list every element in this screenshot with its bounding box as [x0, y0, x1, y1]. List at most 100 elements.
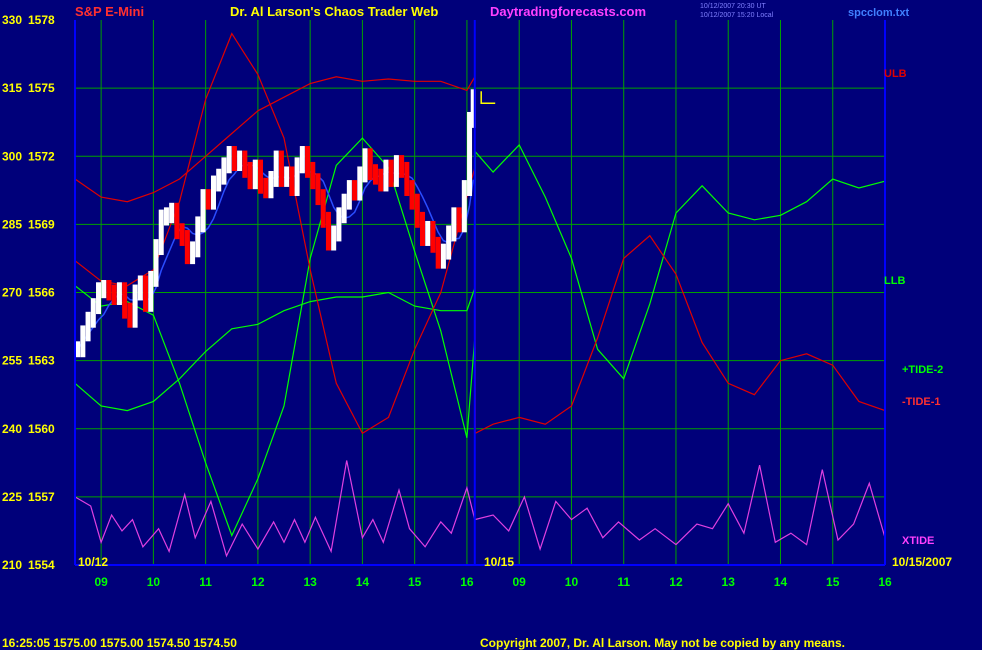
price-bar	[169, 202, 175, 224]
price-bar	[268, 171, 274, 199]
price-bar	[435, 236, 441, 269]
price-bar	[252, 159, 258, 190]
price-bar	[210, 175, 216, 210]
label-tide-plus: +TIDE-2	[902, 364, 943, 376]
price-bar	[111, 284, 117, 305]
price-bar	[425, 220, 431, 246]
price-bar	[231, 146, 237, 172]
price-bar	[137, 275, 143, 301]
hour-label: 09	[513, 575, 527, 589]
price-bar	[378, 168, 384, 192]
price-bar	[362, 148, 368, 183]
price-bar	[179, 223, 185, 246]
price-bar	[289, 166, 295, 196]
price-tick: 1560	[28, 422, 55, 436]
left-scale-tick: 255	[2, 354, 22, 368]
hour-label: 14	[774, 575, 788, 589]
price-bar	[101, 280, 107, 299]
label-xtide: XTIDE	[902, 535, 934, 547]
chart-background	[0, 0, 982, 650]
price-bar	[221, 157, 227, 185]
site-link[interactable]: Daytradingforecasts.com	[490, 4, 646, 19]
hour-label: 16	[878, 575, 892, 589]
price-bar	[258, 159, 264, 194]
hour-label: 13	[303, 575, 317, 589]
quote-line: 16:25:05 1575.00 1575.00 1574.50 1574.50	[2, 636, 237, 650]
left-scale-tick: 210	[2, 558, 22, 572]
price-bar	[456, 207, 462, 233]
price-bar	[352, 180, 358, 201]
price-bar	[80, 325, 86, 358]
chart-title: Dr. Al Larson's Chaos Trader Web	[230, 4, 438, 19]
price-tick: 1569	[28, 217, 55, 231]
timestamp-local: 10/12/2007 15:20 Local	[700, 12, 774, 19]
date-label-start: 10/12	[78, 555, 108, 569]
price-bar	[331, 225, 337, 251]
price-bar	[247, 161, 253, 190]
price-bar	[420, 211, 426, 246]
price-bar	[346, 180, 352, 210]
price-bar	[341, 193, 347, 224]
price-bar	[158, 209, 164, 256]
price-bar	[200, 189, 206, 233]
date-label-mid: 10/15	[484, 555, 514, 569]
price-bar	[446, 225, 452, 260]
left-scale-tick: 270	[2, 286, 22, 300]
price-bar	[451, 207, 457, 242]
price-bar	[116, 282, 122, 305]
price-bar	[190, 241, 196, 265]
hour-label: 09	[94, 575, 108, 589]
price-bar	[85, 311, 91, 342]
chaos-trader-chart: 330 1578 315 1575 300 1572 285 1569 270 1566 255 15…	[0, 0, 982, 650]
price-tick: 1566	[28, 286, 55, 300]
price-bar	[148, 270, 154, 312]
price-bar	[143, 275, 149, 312]
price-tick: 1557	[28, 490, 55, 504]
price-bar	[404, 161, 410, 196]
hour-label: 10	[147, 575, 161, 589]
price-bar	[357, 166, 363, 201]
left-scale-tick: 285	[2, 217, 22, 231]
left-scale-tick: 315	[2, 81, 22, 95]
price-bar	[96, 282, 102, 315]
price-bar	[242, 150, 248, 178]
timestamp-ut: 10/12/2007 20:30 UT	[700, 3, 766, 10]
left-scale-tick: 300	[2, 149, 22, 163]
price-bar	[122, 282, 128, 319]
price-bar	[383, 159, 389, 192]
price-bar	[278, 150, 284, 187]
price-tick: 1575	[28, 81, 55, 95]
price-bar	[174, 202, 180, 240]
price-tick: 1554	[28, 558, 55, 572]
price-bar	[388, 159, 394, 187]
price-bar	[127, 302, 133, 328]
price-bar	[325, 211, 331, 251]
left-scale-tick: 240	[2, 422, 22, 436]
price-tick: 1572	[28, 149, 55, 163]
price-bar	[336, 207, 342, 242]
price-bar	[409, 180, 415, 210]
price-bar	[273, 150, 279, 187]
price-bar	[414, 193, 420, 228]
label-tide-minus: -TIDE-1	[902, 396, 941, 408]
price-bar	[430, 220, 436, 253]
price-bar	[393, 155, 399, 187]
price-bar	[132, 284, 138, 328]
price-bar	[299, 146, 305, 174]
price-bar	[461, 180, 467, 233]
price-bar	[153, 239, 159, 287]
hour-label: 15	[408, 575, 422, 589]
price-bar	[184, 230, 190, 265]
hour-label: 15	[826, 575, 840, 589]
hour-label: 14	[356, 575, 370, 589]
left-scale-tick: 225	[2, 490, 22, 504]
hour-label: 12	[669, 575, 683, 589]
date-label-end: 10/15/2007	[892, 555, 952, 569]
price-tick: 1563	[28, 354, 55, 368]
price-bar	[205, 189, 211, 210]
price-bar	[310, 161, 316, 190]
price-bar	[399, 155, 405, 178]
price-bar	[372, 164, 378, 185]
price-bar	[163, 207, 169, 226]
price-bar	[106, 280, 112, 301]
